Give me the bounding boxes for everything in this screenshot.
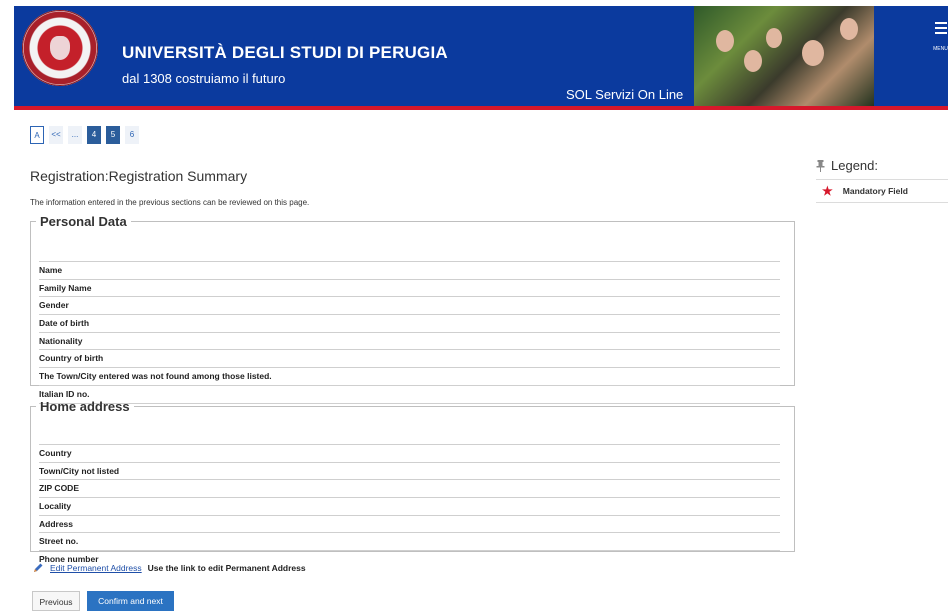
field-town-not-listed: Town/City not listed — [39, 463, 780, 481]
personal-data-section: Personal Data Name Family Name Gender Da… — [30, 214, 795, 404]
field-name: Name — [39, 262, 780, 280]
field-town-not-found: The Town/City entered was not found amon… — [39, 368, 780, 386]
step-navigation: A << ... 4 5 6 — [30, 126, 139, 144]
confirm-next-button[interactable]: Confirm and next — [87, 591, 174, 611]
edit-address-note: Use the link to edit Permanent Address — [147, 563, 306, 573]
menu-label: MENU — [933, 46, 948, 52]
site-header: UNIVERSITÀ DEGLI STUDI DI PERUGIA dal 13… — [0, 0, 948, 110]
edit-address-line: Edit Permanent Address Use the link to e… — [32, 562, 306, 574]
page-title: Registration:Registration Summary — [30, 168, 248, 184]
hamburger-icon — [934, 22, 947, 34]
step-a[interactable]: A — [30, 126, 44, 144]
step-5[interactable]: 5 — [106, 126, 120, 144]
pencil-icon — [34, 563, 43, 572]
step-6[interactable]: 6 — [125, 126, 139, 144]
legend-mandatory-item: ★ Mandatory Field — [816, 180, 948, 203]
seal-griffin-icon — [50, 36, 70, 60]
step-ellipsis[interactable]: ... — [68, 126, 82, 144]
legend-mandatory-label: Mandatory Field — [842, 186, 908, 196]
field-nationality: Nationality — [39, 333, 780, 351]
home-address-rows: Country Town/City not listed ZIP CODE Lo… — [39, 444, 780, 569]
personal-data-rows: Name Family Name Gender Date of birth Na… — [39, 261, 780, 404]
field-gender: Gender — [39, 297, 780, 316]
page-intro: The information entered in the previous … — [30, 198, 310, 207]
field-locality: Locality — [39, 498, 780, 516]
legend-panel: Legend: ★ Mandatory Field — [816, 158, 948, 203]
field-country: Country — [39, 445, 780, 463]
edit-permanent-address-link[interactable]: Edit Permanent Address — [50, 563, 142, 573]
personal-data-legend: Personal Data — [40, 214, 127, 229]
legend-title: Legend: — [831, 158, 878, 173]
university-name[interactable]: UNIVERSITÀ DEGLI STUDI DI PERUGIA — [122, 43, 448, 63]
students-photo — [694, 6, 874, 106]
university-seal-logo[interactable] — [22, 10, 98, 86]
service-name: SOL Servizi On Line — [566, 87, 684, 102]
university-tagline: dal 1308 costruiamo il futuro — [122, 71, 286, 86]
field-address: Address — [39, 516, 780, 534]
field-country-of-birth: Country of birth — [39, 350, 780, 369]
field-family-name: Family Name — [39, 280, 780, 298]
legend-heading: Legend: — [816, 158, 948, 173]
pin-icon — [816, 159, 825, 172]
previous-button[interactable]: Previous — [32, 591, 80, 611]
header-accent-line — [14, 106, 948, 110]
step-4[interactable]: 4 — [87, 126, 101, 144]
menu-button[interactable]: MENU — [933, 22, 948, 55]
home-address-legend: Home address — [40, 399, 130, 414]
home-address-section: Home address Country Town/City not liste… — [30, 399, 795, 564]
asterisk-icon: ★ — [822, 184, 833, 198]
field-street-no: Street no. — [39, 533, 780, 552]
step-first[interactable]: << — [49, 126, 63, 144]
field-zip-code: ZIP CODE — [39, 480, 780, 499]
field-date-of-birth: Date of birth — [39, 315, 780, 333]
